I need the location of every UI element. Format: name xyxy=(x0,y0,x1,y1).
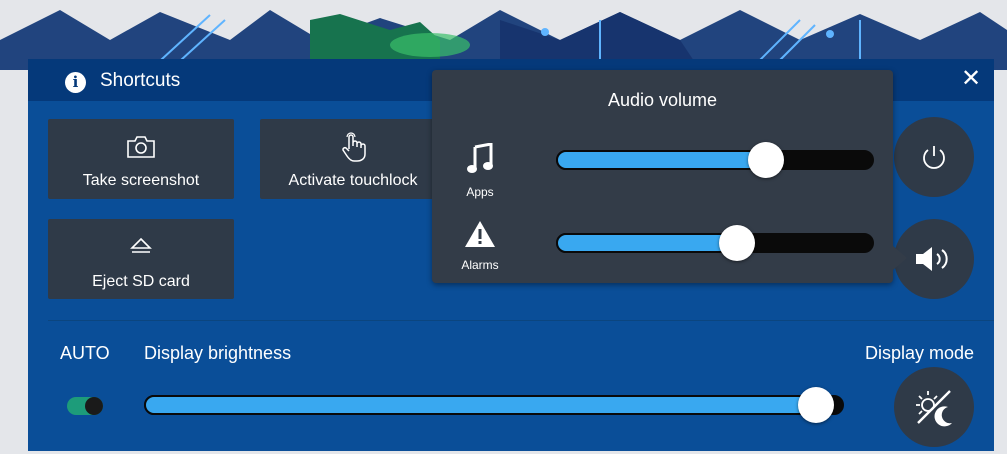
camera-icon xyxy=(127,136,155,158)
alarms-volume-slider[interactable] xyxy=(556,225,874,261)
brightness-fill xyxy=(144,395,816,415)
speaker-icon xyxy=(916,247,948,271)
eject-icon xyxy=(130,237,152,253)
activate-touchlock-label: Activate touchlock xyxy=(288,172,418,189)
popup-pointer xyxy=(893,246,907,270)
info-icon: i xyxy=(65,72,86,93)
auto-brightness-label: AUTO xyxy=(60,343,110,363)
warning-icon xyxy=(465,221,495,247)
section-divider xyxy=(48,320,994,321)
brightness-slider-thumb[interactable] xyxy=(798,387,834,423)
touch-hand-icon xyxy=(342,132,366,162)
day-night-icon xyxy=(916,390,952,427)
eject-sd-card-button[interactable]: Eject SD card xyxy=(48,219,234,299)
panel-title: Shortcuts xyxy=(100,70,181,91)
audio-volume-title: Audio volume xyxy=(607,90,718,110)
auto-brightness-toggle[interactable] xyxy=(67,397,103,415)
display-mode-label: Display mode xyxy=(864,343,974,363)
take-screenshot-button[interactable]: Take screenshot xyxy=(48,119,234,199)
display-brightness-label: Display brightness xyxy=(144,343,292,363)
toggle-knob xyxy=(85,397,103,415)
apps-volume-slider[interactable] xyxy=(556,142,874,178)
eject-sd-card-label: Eject SD card xyxy=(92,273,190,290)
take-screenshot-label: Take screenshot xyxy=(82,172,200,189)
power-button[interactable] xyxy=(894,117,974,197)
alarms-volume-fill xyxy=(556,233,738,253)
power-icon xyxy=(923,146,945,169)
activate-touchlock-button[interactable]: Activate touchlock xyxy=(260,119,446,199)
apps-volume-thumb[interactable] xyxy=(747,142,784,178)
display-mode-button[interactable] xyxy=(894,367,974,447)
brightness-slider[interactable] xyxy=(144,387,844,423)
apps-label: Apps xyxy=(466,185,494,199)
apps-volume-fill xyxy=(556,150,766,170)
close-icon: ✕ xyxy=(960,65,982,92)
music-note-icon xyxy=(467,143,493,173)
close-button[interactable]: ✕ xyxy=(958,65,984,93)
alarms-volume-thumb[interactable] xyxy=(719,225,756,261)
audio-volume-popup: Audio volume Apps Alarms xyxy=(432,70,893,283)
alarms-label: Alarms xyxy=(461,258,499,272)
